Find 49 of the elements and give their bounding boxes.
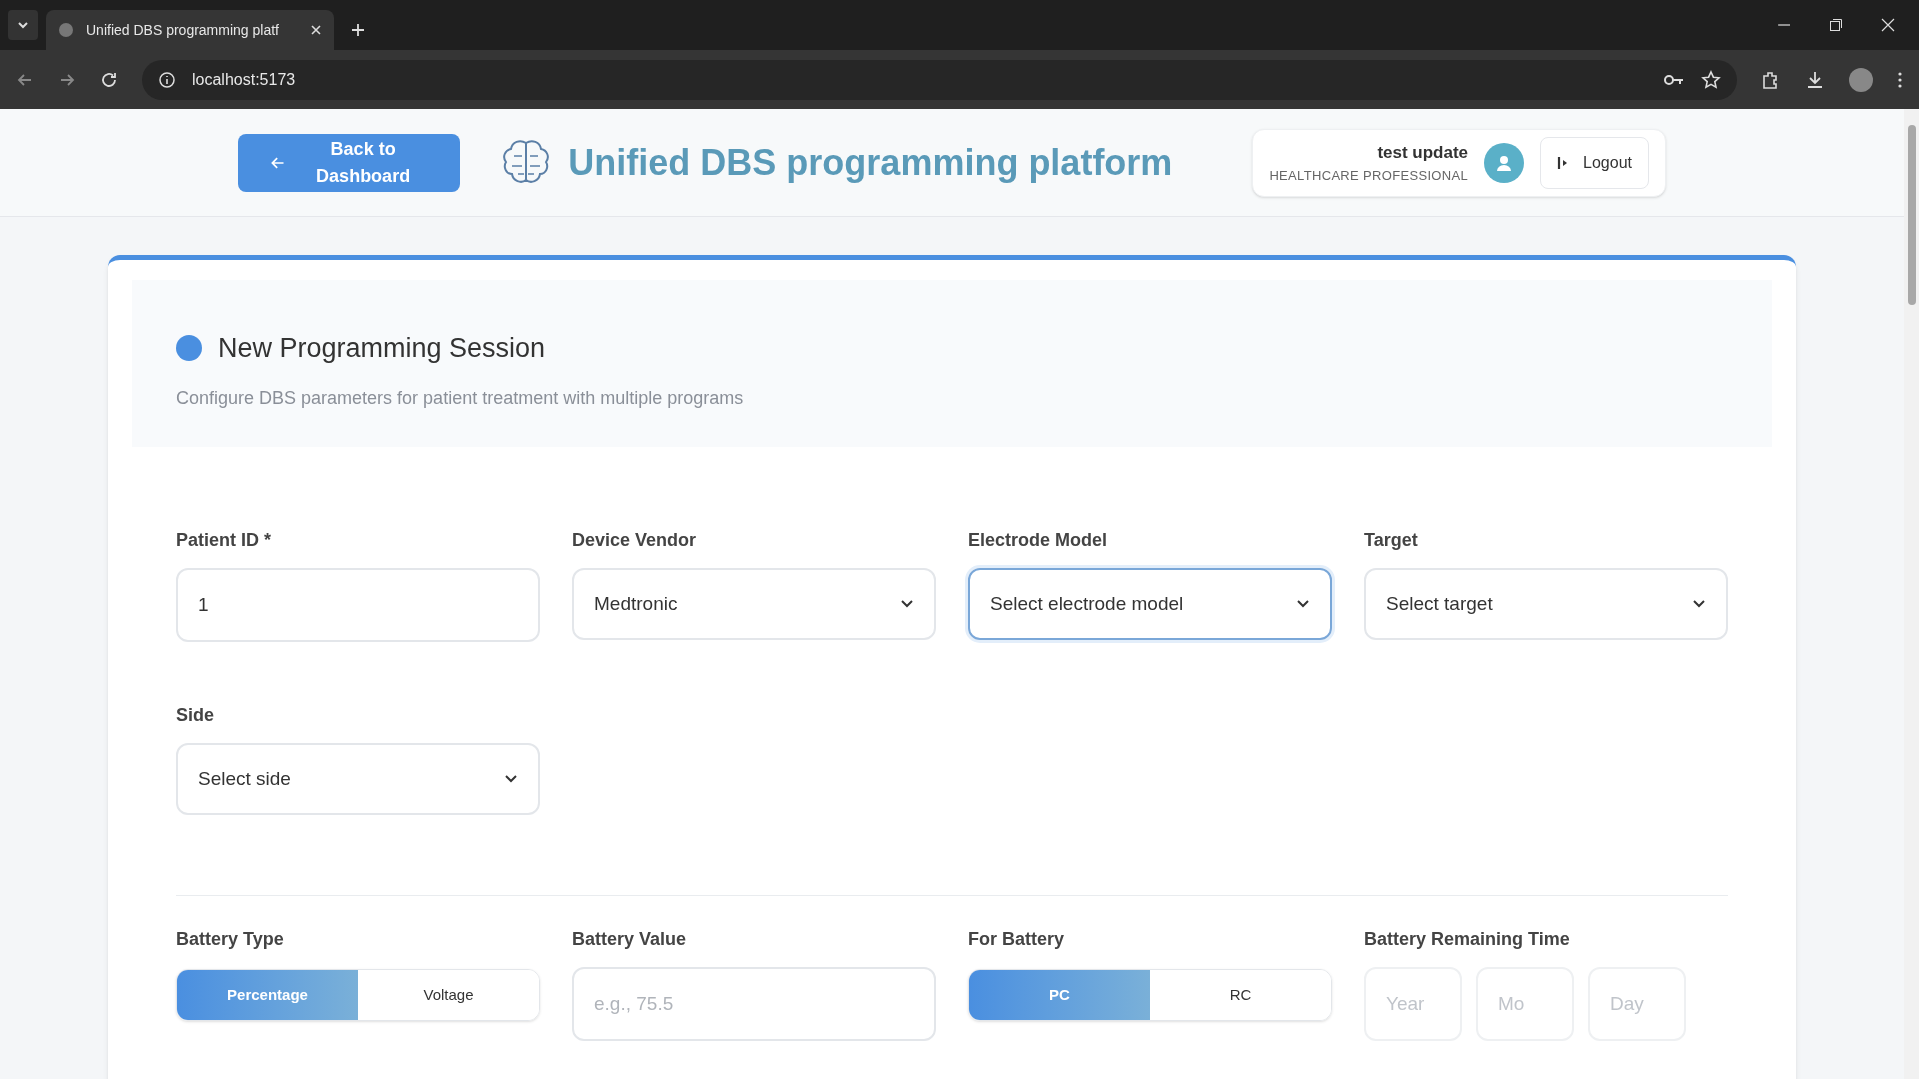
field-label: For Battery: [968, 928, 1066, 951]
restore-icon[interactable]: [1829, 18, 1843, 32]
field-label: Side: [176, 704, 215, 727]
menu-icon[interactable]: [1897, 70, 1903, 89]
field-label: Battery Type: [176, 928, 285, 951]
select-dropdown[interactable]: Select electrode model: [968, 568, 1332, 640]
url-text: localhost:5173: [192, 69, 296, 90]
profile-avatar[interactable]: [1849, 67, 1873, 92]
user-role: HEALTHCARE PROFESSIONAL: [1269, 166, 1469, 185]
input-field[interactable]: Year: [1364, 967, 1462, 1041]
toggle-option[interactable]: RC: [1150, 970, 1331, 1020]
select-dropdown[interactable]: Select side: [176, 743, 540, 815]
close-icon[interactable]: [1881, 18, 1895, 32]
caret-icon: [17, 21, 29, 29]
address-bar[interactable]: localhost:5173: [142, 59, 1737, 100]
input-field[interactable]: 1: [176, 568, 540, 642]
tab-list-button[interactable]: [8, 10, 38, 40]
new-tab-icon[interactable]: [350, 22, 366, 38]
select-dropdown[interactable]: Medtronic: [572, 568, 936, 640]
reload-icon[interactable]: [100, 70, 118, 89]
close-icon[interactable]: [310, 24, 322, 36]
session-subtitle: Configure DBS parameters for patient treatment with multiple programs: [176, 386, 745, 410]
field-label: Target: [1364, 529, 1419, 552]
chevron-down-icon: [504, 774, 518, 784]
field-label: Battery Remaining Time: [1364, 928, 1571, 951]
chevron-down-icon: [1692, 599, 1706, 609]
tab-title: Unified DBS programming platf: [86, 20, 280, 40]
field-label: Patient ID *: [176, 529, 273, 552]
logout-button[interactable]: Logout: [1540, 136, 1649, 189]
app-title: Unified DBS programming platform: [568, 140, 1173, 185]
user-name: test update: [1377, 142, 1469, 164]
input-field[interactable]: Day: [1588, 967, 1686, 1041]
browser-tab[interactable]: Unified DBS programming platf: [46, 10, 334, 50]
info-icon: [158, 70, 176, 89]
toggle-option[interactable]: Voltage: [358, 970, 539, 1020]
field-label: Device Vendor: [572, 529, 698, 552]
input-field[interactable]: Mo: [1476, 967, 1574, 1041]
key-icon[interactable]: [1663, 72, 1685, 87]
field-label: Battery Value: [572, 928, 688, 951]
chevron-down-icon: [1296, 599, 1310, 609]
user-avatar-icon: [1484, 142, 1525, 183]
field-label: Electrode Model: [968, 529, 1109, 552]
scrollbar[interactable]: [1904, 109, 1919, 1079]
select-dropdown[interactable]: Select target: [1364, 568, 1728, 640]
download-icon[interactable]: [1805, 69, 1825, 90]
session-title: New Programming Session: [218, 332, 546, 365]
star-icon[interactable]: [1701, 69, 1721, 90]
chevron-down-icon: [900, 599, 914, 609]
input-field[interactable]: e.g., 75.5: [572, 967, 936, 1041]
